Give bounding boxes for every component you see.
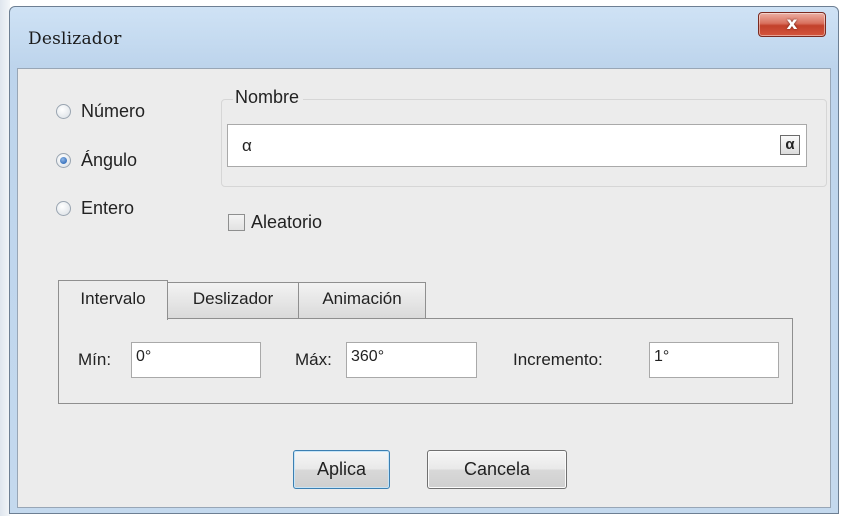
window-title: Deslizador [28, 29, 122, 49]
cancel-button[interactable]: Cancela [427, 450, 567, 489]
title-bar[interactable]: Deslizador x [10, 7, 838, 69]
max-label: Máx: [295, 350, 332, 369]
name-group-legend: Nombre [233, 87, 304, 108]
tab-animacion[interactable]: Animación [298, 282, 426, 319]
radio-entero[interactable]: Entero [56, 198, 134, 219]
min-label: Mín: [78, 350, 112, 369]
min-input[interactable]: 0° [131, 342, 261, 378]
name-input[interactable]: α α [227, 124, 807, 167]
close-button[interactable]: x [758, 12, 826, 37]
name-input-value: α [242, 136, 252, 155]
radio-angulo-indicator[interactable] [56, 153, 71, 168]
radio-numero[interactable]: Número [56, 101, 145, 122]
tab-deslizador[interactable]: Deslizador [167, 282, 299, 319]
slider-dialog: Deslizador x Número Ángulo Entero Nombre… [9, 6, 839, 514]
alpha-symbol-button[interactable]: α [780, 135, 800, 155]
max-input[interactable]: 360° [346, 342, 477, 378]
radio-entero-indicator[interactable] [56, 201, 71, 216]
radio-entero-label: Entero [81, 198, 135, 218]
tab-deslizador-label: Deslizador [192, 289, 274, 308]
radio-numero-indicator[interactable] [56, 104, 71, 119]
apply-button[interactable]: Aplica [293, 450, 390, 489]
close-icon: x [786, 14, 798, 34]
radio-numero-label: Número [81, 101, 146, 121]
random-checkbox-label: Aleatorio [251, 212, 323, 232]
tab-intervalo-label: Intervalo [80, 289, 146, 308]
dialog-content: Número Ángulo Entero Nombre α α Aleatori… [17, 68, 831, 508]
radio-angulo-label: Ángulo [81, 150, 138, 170]
radio-angulo[interactable]: Ángulo [56, 150, 137, 171]
tab-intervalo[interactable]: Intervalo [58, 280, 168, 320]
random-checkbox[interactable]: Aleatorio [228, 212, 322, 233]
increment-label: Incremento: [513, 350, 603, 369]
increment-input[interactable]: 1° [649, 342, 779, 378]
interval-tab-panel: Mín: 0° Máx: 360° Incremento: 1° [58, 318, 793, 404]
tab-animacion-label: Animación [322, 289, 402, 308]
random-checkbox-box[interactable] [228, 214, 245, 231]
